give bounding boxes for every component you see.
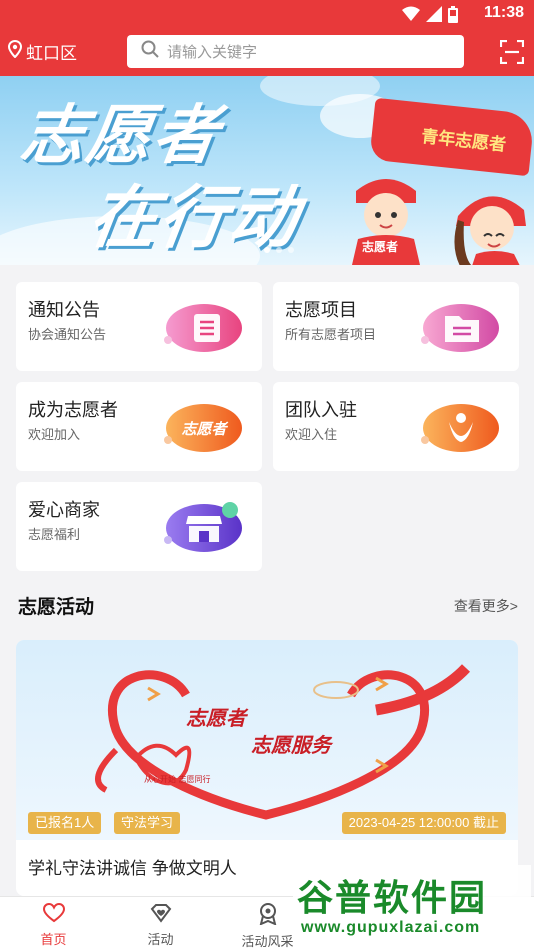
location-label: 虹口区 [26,44,77,63]
card-subtitle: 所有志愿者项目 [285,327,377,342]
hero-banner[interactable]: 志愿者 在行动 青年志愿者 志愿者 [0,76,534,265]
girl-volunteer-illustration [454,196,526,265]
medal-icon [258,903,278,928]
heart-icon [42,902,65,926]
signal-icon [426,6,442,28]
card-title: 通知公告 [28,300,100,320]
card-subtitle: 志愿福利 [28,527,81,542]
badge-art-text: 志愿者 [181,420,228,438]
pager-dot [276,247,282,253]
card-subtitle: 欢迎加入 [28,427,81,442]
diamond-heart-icon [150,903,172,926]
search-icon [141,40,159,63]
card-projects[interactable]: 志愿项目 所有志愿者项目 [273,282,519,371]
volunteer-badge-icon: 志愿者 [164,404,242,452]
activity-image-text-2: 志愿服务 [251,733,334,757]
flag-text: 青年志愿者 [420,126,507,155]
card-become-volunteer[interactable]: 成为志愿者 欢迎加入 志愿者 [16,382,262,471]
category-badge: 守法学习 [114,812,181,834]
activity-image-text-1: 志愿者 [186,706,249,730]
pager-dot [288,247,294,253]
location-selector[interactable]: 虹口区 [7,39,77,64]
status-time: 11:38 [483,4,524,21]
nav-home[interactable]: 首页 [0,902,107,948]
notice-icon [164,304,242,352]
pager-dot [264,247,270,253]
card-team-join[interactable]: 团队入驻 欢迎入住 [273,382,519,471]
activity-card[interactable]: 志愿者 志愿服务 从心开始 志愿同行 已报名1人 守法学习 2023-04-25… [16,640,518,896]
nav-label: 首页 [40,932,67,947]
card-title: 成为志愿者 [28,400,118,420]
scan-icon[interactable] [499,39,525,65]
header: 虹口区 请输入关键字 [0,32,534,72]
vest-text: 志愿者 [362,240,399,254]
deadline-badge: 2023-04-25 12:00:00 截止 [341,812,506,834]
activity-image-text-3: 从心开始 志愿同行 [144,774,211,784]
nav-label: 活动 [147,932,174,947]
folder-icon [421,304,499,352]
nav-label: 活动风采 [241,934,294,949]
store-icon [164,502,242,552]
view-more-link[interactable]: 查看更多> [454,596,518,616]
card-subtitle: 协会通知公告 [28,327,107,342]
section-title: 志愿活动 [18,597,95,618]
banner-pager [264,247,294,253]
status-bar: 11:38 [0,0,534,28]
card-subtitle: 欢迎入住 [285,427,338,442]
wifi-icon [402,6,420,28]
card-merchants[interactable]: 爱心商家 志愿福利 [16,482,262,571]
watermark-url: www.gupuxlazai.com [301,919,481,936]
search-placeholder: 请输入关键字 [167,44,258,61]
card-title: 爱心商家 [28,500,100,520]
activity-image: 志愿者 志愿服务 从心开始 志愿同行 [16,640,518,840]
location-pin-icon [7,39,23,63]
card-title: 团队入驻 [285,400,357,420]
signup-count-badge: 已报名1人 [28,812,102,834]
search-input[interactable]: 请输入关键字 [127,35,464,68]
status-icons [402,6,458,28]
card-notice[interactable]: 通知公告 协会通知公告 [16,282,262,371]
watermark: 谷普软件园 www.gupuxlazai.com [293,865,531,945]
top-bar: 11:38 虹口区 请输入关键字 [0,0,534,76]
battery-icon [448,6,458,28]
activity-title: 学礼守法讲诚信 争做文明人 [28,859,237,878]
watermark-logo: 谷普软件园 [297,878,488,919]
nav-activity[interactable]: 活动 [107,903,214,948]
card-title: 志愿项目 [285,300,357,320]
volunteer-heart-illustration: 志愿者 志愿服务 从心开始 志愿同行 [95,664,471,820]
team-icon [421,404,499,452]
